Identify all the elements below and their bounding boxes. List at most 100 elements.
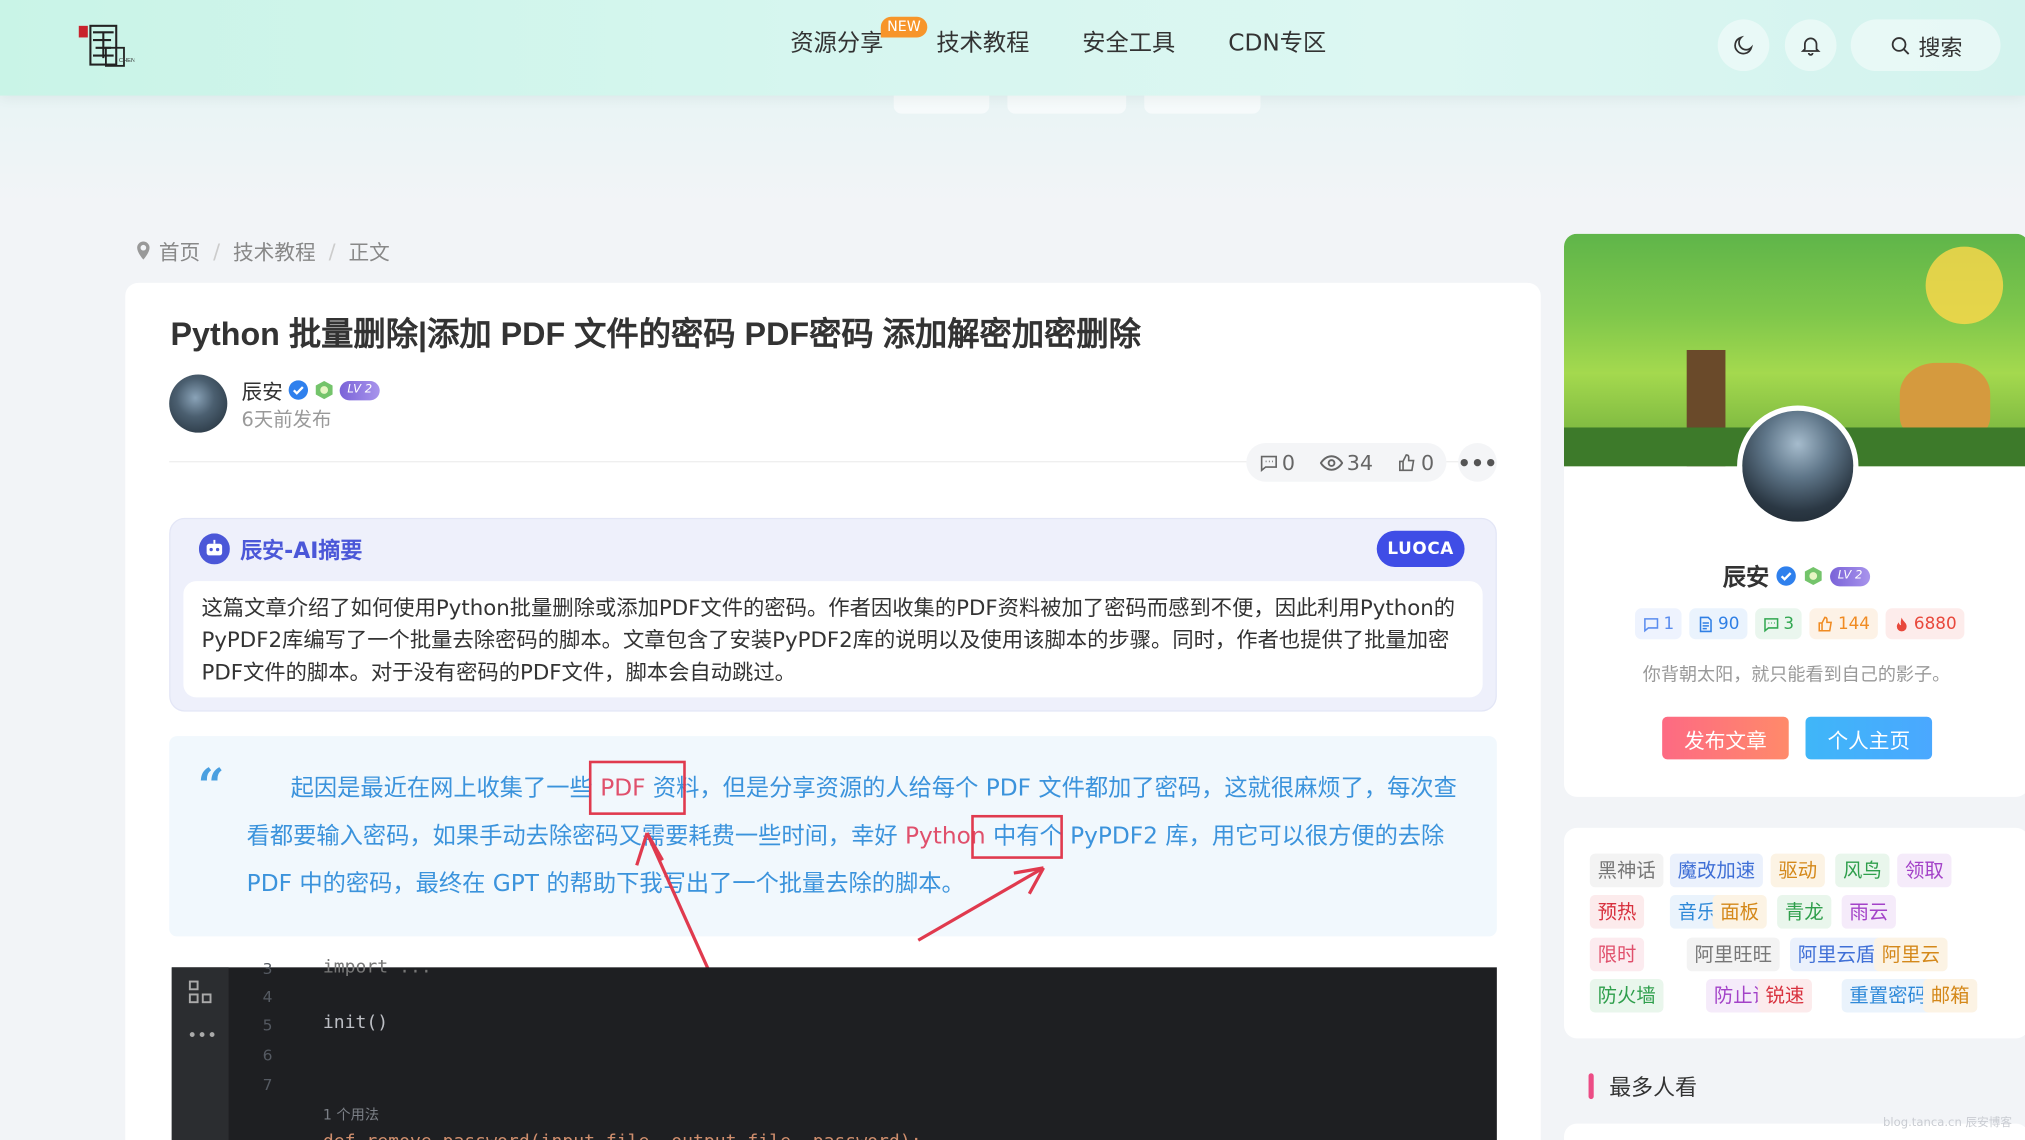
publish-article-button[interactable]: 发布文章 <box>1662 716 1789 760</box>
bell-icon <box>1800 37 1821 56</box>
more-tools-icon: ••• <box>187 1026 217 1047</box>
cover-sun <box>1925 246 2004 325</box>
medal-icon <box>1804 566 1822 586</box>
tag-item[interactable]: 雨云 <box>1841 895 1896 929</box>
tag-item[interactable]: 阿里云盾 <box>1790 937 1884 972</box>
tag-item[interactable]: 驱动 <box>1770 853 1825 888</box>
level-badge: LV 2 <box>339 380 380 400</box>
code-line-def: def remove_password(input_file, output_f… <box>323 1131 922 1140</box>
tag-item[interactable]: 锐速 <box>1757 978 1812 1013</box>
profile-name[interactable]: 辰安 <box>1723 559 1769 593</box>
line-number: 4 <box>262 987 273 1007</box>
tag-item[interactable]: 阿里旺旺 <box>1686 937 1780 972</box>
search-icon <box>1891 36 1909 55</box>
tag-item[interactable]: 领取 <box>1897 853 1952 888</box>
comment-icon <box>1260 455 1277 472</box>
tag-item[interactable]: 魔改加速 <box>1669 853 1763 888</box>
publish-time: 6天前发布 <box>241 408 332 432</box>
profile-bio: 你背朝太阳，就只能看到自己的影子。 <box>1642 665 1951 686</box>
medal-icon <box>315 380 333 400</box>
notification-button[interactable] <box>1784 19 1837 72</box>
line-number-gutter: 3 4 5 6 7 <box>229 960 322 1140</box>
profile-stat-article: 90 <box>1689 608 1748 640</box>
most-viewed-header: 最多人看 <box>1588 1069 1698 1102</box>
more-options-button[interactable]: ••• <box>1457 442 1498 482</box>
dark-mode-button[interactable] <box>1717 19 1770 72</box>
intro-quote: “ 起因是最近在网上收集了一些 PDF 资料，但是分享资源的人给每个 PDF 文… <box>169 736 1497 1050</box>
verified-icon <box>1776 566 1796 586</box>
nav-item-label: 资源分享 <box>790 29 884 57</box>
profile-stat-value: 3 <box>1783 614 1795 634</box>
personal-homepage-button[interactable]: 个人主页 <box>1805 716 1933 760</box>
tag-item[interactable]: 预热 <box>1589 895 1645 929</box>
breadcrumb-home[interactable]: 首页 <box>159 235 200 266</box>
author-info: 辰安 LV 2 <box>242 375 380 406</box>
comment-icon <box>1644 617 1659 632</box>
profile-name-row: 辰安 LV 2 <box>1564 559 2025 593</box>
profile-stat-thumb: 144 <box>1809 608 1878 640</box>
verified-icon <box>288 380 309 400</box>
fire-icon <box>1896 616 1907 631</box>
breadcrumb-current: 正文 <box>348 240 390 265</box>
article-stats: 0 34 0 <box>1246 442 1447 482</box>
search-button[interactable]: 搜索 <box>1850 19 2001 72</box>
profile-stat-chat: 3 <box>1754 608 1802 640</box>
author-name[interactable]: 辰安 <box>242 375 283 406</box>
nav-item-cdn[interactable]: CDN专区 <box>1228 26 1326 62</box>
tag-item[interactable]: 重置密码 <box>1841 978 1935 1013</box>
article-icon <box>1700 616 1713 632</box>
tag-item[interactable]: 阿里云 <box>1873 937 1948 972</box>
moon-icon <box>1734 35 1754 55</box>
nav-item-tutorials[interactable]: 技术教程 <box>936 26 1029 62</box>
svg-text:CHEN: CHEN <box>119 58 134 64</box>
like-count[interactable]: 0 <box>1398 450 1434 475</box>
profile-stat-comment: 1 <box>1635 608 1682 640</box>
watermark: blog.tanca.cn 辰安博客 <box>1883 1117 2013 1131</box>
tag-item[interactable]: 防火墙 <box>1589 978 1664 1013</box>
tag-item[interactable]: 限时 <box>1589 937 1645 972</box>
more-icon: ••• <box>1457 450 1498 475</box>
article-card: Python 批量删除|添加 PDF 文件的密码 PDF密码 添加解密加密删除 … <box>125 282 1541 1140</box>
profile-avatar[interactable] <box>1737 405 1859 527</box>
line-number: 5 <box>262 1016 273 1035</box>
profile-stat-fire: 6880 <box>1885 608 1965 640</box>
main-nav: 资源分享 NEW 技术教程 安全工具 CDN专区 <box>790 16 1379 62</box>
tag-item[interactable]: 黑神话 <box>1589 853 1664 888</box>
profile-stat-value: 1 <box>1663 614 1675 634</box>
level-badge: LV 2 <box>1829 566 1871 586</box>
most-viewed-title: 最多人看 <box>1609 1075 1698 1102</box>
like-count-value: 0 <box>1420 450 1435 475</box>
line-number: 6 <box>262 1046 273 1065</box>
new-badge: NEW <box>880 16 928 38</box>
nav-item-label: CDN专区 <box>1228 29 1327 57</box>
author-profile-card: 辰安 LV 2 1 90 3 144 6880 你背朝太阳，就只能看到自己的影子。 发布… <box>1564 233 2025 797</box>
tag-item[interactable]: 青龙 <box>1777 895 1832 929</box>
tag-item[interactable]: 邮箱 <box>1923 978 1978 1013</box>
ai-summary-box: 辰安-AI摘要 LUOCA 这篇文章介绍了如何使用Python批量删除或添加PD… <box>169 517 1497 712</box>
tag-item[interactable]: 面板 <box>1712 895 1767 929</box>
breadcrumb: 首页 / 技术教程 / 正文 <box>136 235 390 266</box>
site-logo[interactable]: CHEN <box>75 22 135 71</box>
profile-stats: 1 90 3 144 6880 <box>1635 608 1965 640</box>
structure-icon <box>188 980 212 1004</box>
nav-item-label: 技术教程 <box>936 29 1030 57</box>
eye-icon <box>1319 454 1343 471</box>
ai-summary-text: 这篇文章介绍了如何使用Python批量删除或添加PDF文件的密码。作者因收集的P… <box>183 581 1483 698</box>
comment-count[interactable]: 0 <box>1259 450 1295 475</box>
profile-stat-value: 90 <box>1718 614 1740 634</box>
profile-stat-value: 6880 <box>1913 614 1957 634</box>
tag-item[interactable]: 风鸟 <box>1835 853 1890 888</box>
section-accent-bar <box>1588 1072 1594 1099</box>
breadcrumb-separator: / <box>213 238 221 263</box>
location-pin-icon <box>137 241 150 260</box>
thumb-up-icon <box>1399 453 1415 471</box>
author-avatar[interactable] <box>169 374 228 433</box>
ai-summary-title: 辰安-AI摘要 <box>240 538 363 565</box>
site-header: CHEN 资源分享 NEW 技术教程 安全工具 CDN专区 搜索 <box>0 0 2025 96</box>
nav-item-resources[interactable]: 资源分享 NEW <box>790 16 928 62</box>
code-line-import: import ... <box>322 957 432 978</box>
editor-sidebar: ••• <box>171 967 229 1140</box>
breadcrumb-category[interactable]: 技术教程 <box>233 235 316 266</box>
ai-model-badge[interactable]: LUOCA <box>1376 530 1465 567</box>
nav-item-security-tools[interactable]: 安全工具 <box>1082 26 1175 62</box>
